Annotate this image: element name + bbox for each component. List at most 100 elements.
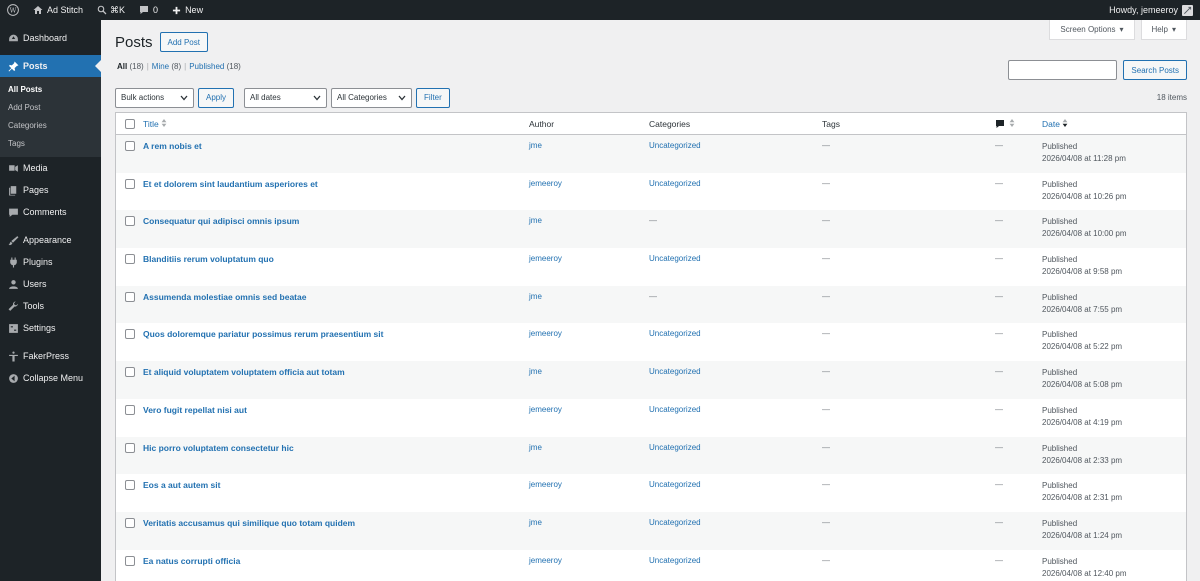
post-title-link[interactable]: Eos a aut autem sit (143, 480, 220, 490)
tags-cell: — (822, 329, 830, 339)
sidebar-item-fakerpress[interactable]: FakerPress (0, 345, 101, 367)
title-column-header[interactable]: Title (143, 118, 529, 129)
site-name-link[interactable]: Ad Stitch (26, 0, 90, 20)
category-cell[interactable]: Uncategorized (649, 141, 701, 150)
submenu-all-posts[interactable]: All Posts (0, 81, 101, 99)
category-filter-select[interactable]: All Categories (331, 87, 413, 108)
post-title-link[interactable]: Ea natus corrupti officia (143, 556, 240, 566)
row-checkbox[interactable] (124, 555, 135, 566)
post-title-link[interactable]: Veritatis accusamus qui similique quo to… (143, 518, 355, 528)
sidebar-item-tools[interactable]: Tools (0, 295, 101, 317)
post-title-link[interactable]: Blanditiis rerum voluptatum quo (143, 254, 274, 264)
comments-cell: — (995, 216, 1003, 226)
help-label: Help (1151, 25, 1168, 34)
post-title-link[interactable]: A rem nobis et (143, 141, 202, 151)
row-checkbox[interactable] (124, 141, 135, 151)
post-status: Published (1042, 330, 1078, 340)
filter-button[interactable]: Filter (416, 87, 450, 108)
avatar (1182, 4, 1193, 16)
view-published-link[interactable]: Published (18) (189, 62, 241, 71)
tags-cell: — (822, 480, 830, 490)
author-link[interactable]: jme (529, 141, 542, 150)
author-link[interactable]: jemeeroy (529, 179, 562, 188)
sidebar-item-dashboard[interactable]: Dashboard (0, 27, 101, 49)
author-link[interactable]: jme (529, 292, 542, 301)
post-title-link[interactable]: Quos doloremque pariatur possimus rerum … (143, 329, 383, 339)
category-cell[interactable]: Uncategorized (649, 443, 701, 452)
author-link[interactable]: jemeeroy (529, 556, 562, 565)
sidebar-item-media[interactable]: Media (0, 157, 101, 179)
author-link[interactable]: jemeeroy (529, 329, 562, 338)
row-checkbox[interactable] (124, 254, 135, 265)
sidebar-item-posts[interactable]: Posts (0, 55, 101, 77)
search-input[interactable] (1008, 60, 1118, 80)
separator: | (184, 62, 187, 71)
category-cell[interactable]: Uncategorized (649, 480, 701, 489)
post-title-link[interactable]: Et aliquid voluptatem voluptatem officia… (143, 367, 345, 377)
sidebar-item-comments[interactable]: Comments (0, 201, 101, 223)
author-link[interactable]: jme (529, 216, 542, 225)
view-all-label: All (117, 62, 128, 71)
post-title-link[interactable]: Hic porro voluptatem consectetur hic (143, 443, 294, 453)
comments-column-header[interactable] (995, 118, 1042, 129)
command-palette-button[interactable]: ⌘K (90, 0, 132, 20)
author-link[interactable]: jme (529, 518, 542, 527)
post-title-link[interactable]: Consequatur qui adipisci omnis ipsum (143, 216, 299, 226)
my-account-link[interactable]: Howdy, jemeeroy (1102, 0, 1200, 20)
row-checkbox[interactable] (124, 329, 135, 340)
author-link[interactable]: jemeeroy (529, 405, 562, 414)
help-button[interactable]: Help ▾ (1140, 20, 1187, 40)
view-mine-link[interactable]: Mine (8) (152, 62, 181, 71)
view-all-link[interactable]: All (18) (117, 62, 144, 71)
caret-down-icon: ▾ (1171, 25, 1176, 34)
category-cell[interactable]: Uncategorized (649, 329, 701, 338)
sidebar-item-users[interactable]: Users (0, 273, 101, 295)
comments-cell: — (995, 480, 1003, 490)
apply-button[interactable]: Apply (198, 87, 235, 108)
submenu-tags[interactable]: Tags (0, 135, 101, 153)
date-header-label: Date (1042, 118, 1060, 129)
post-title-link[interactable]: Et et dolorem sint laudantium asperiores… (143, 179, 318, 189)
sidebar-item-pages[interactable]: Pages (0, 179, 101, 201)
row-checkbox[interactable] (124, 404, 135, 415)
sidebar-item-appearance[interactable]: Appearance (0, 229, 101, 251)
sidebar-item-plugins[interactable]: Plugins (0, 251, 101, 273)
row-checkbox[interactable] (124, 442, 135, 453)
bulk-actions-select[interactable]: Bulk actions (115, 87, 194, 108)
category-cell[interactable]: Uncategorized (649, 518, 701, 527)
author-link[interactable]: jme (529, 443, 542, 452)
collapse-menu-button[interactable]: Collapse Menu (0, 367, 101, 389)
row-checkbox[interactable] (124, 216, 135, 227)
date-column-header[interactable]: Date (1042, 118, 1182, 130)
tags-cell: — (822, 367, 830, 377)
search-posts-button[interactable]: Search Posts (1123, 60, 1187, 80)
author-link[interactable]: jemeeroy (529, 254, 562, 263)
post-title-link[interactable]: Vero fugit repellat nisi aut (143, 405, 247, 415)
author-link[interactable]: jme (529, 367, 542, 376)
category-cell[interactable]: Uncategorized (649, 405, 701, 414)
add-post-button[interactable]: Add Post (159, 32, 208, 52)
tags-cell: — (822, 442, 830, 452)
category-cell[interactable]: Uncategorized (649, 556, 701, 565)
screen-options-button[interactable]: Screen Options ▾ (1049, 20, 1135, 40)
category-cell[interactable]: Uncategorized (649, 367, 701, 376)
post-title-link[interactable]: Assumenda molestiae omnis sed beatae (143, 292, 306, 302)
row-checkbox[interactable] (124, 367, 135, 378)
dates-filter-select[interactable]: All dates (244, 87, 328, 108)
select-all-checkbox[interactable] (124, 118, 135, 129)
category-cell[interactable]: Uncategorized (649, 179, 701, 188)
sidebar-item-settings[interactable]: Settings (0, 317, 101, 339)
submenu-categories[interactable]: Categories (0, 117, 101, 135)
row-checkbox[interactable] (124, 291, 135, 302)
author-link[interactable]: jemeeroy (529, 480, 562, 489)
pin-icon (7, 60, 19, 72)
wordpress-logo-icon[interactable]: W (0, 0, 26, 20)
post-date: 2026/04/08 at 10:00 pm (1042, 229, 1127, 239)
row-checkbox[interactable] (124, 517, 135, 528)
comments-link[interactable]: 0 (132, 0, 165, 20)
row-checkbox[interactable] (124, 480, 135, 491)
row-checkbox[interactable] (124, 178, 135, 189)
new-content-button[interactable]: New (165, 0, 210, 20)
submenu-add-post[interactable]: Add Post (0, 99, 101, 117)
category-cell[interactable]: Uncategorized (649, 254, 701, 263)
